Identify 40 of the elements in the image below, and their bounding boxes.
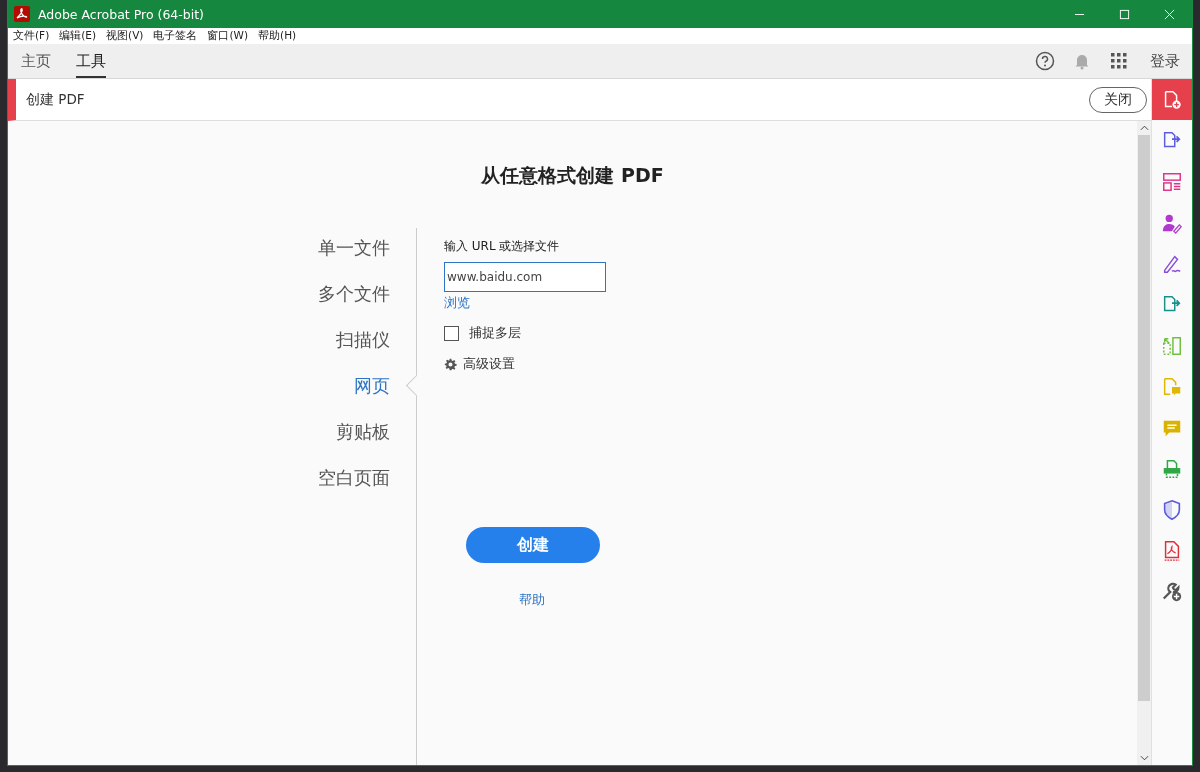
menu-item[interactable]: 视图(V) (106, 29, 144, 43)
split-pages-icon[interactable] (1161, 334, 1183, 357)
tool-title: 创建 PDF (26, 90, 85, 109)
source-option[interactable]: 扫描仪 (336, 328, 390, 374)
help-link[interactable]: 帮助 (519, 591, 545, 609)
create-button[interactable]: 创建 (466, 527, 600, 563)
field-label: 输入 URL 或选择文件 (444, 238, 560, 255)
wrench-plus-icon[interactable] (1161, 580, 1183, 603)
checkbox[interactable] (444, 326, 459, 341)
source-option[interactable]: 网页 (354, 374, 390, 420)
maximize-icon[interactable] (1119, 8, 1130, 20)
source-option[interactable]: 单一文件 (318, 236, 390, 282)
source-option[interactable]: 剪贴板 (336, 420, 390, 466)
acrobat-logo-icon (14, 6, 30, 22)
source-option[interactable]: 多个文件 (318, 282, 390, 328)
apps-grid-icon[interactable] (1109, 51, 1129, 71)
layout-icon[interactable] (1161, 170, 1183, 193)
tab[interactable]: 主页 (21, 44, 51, 78)
menu-item[interactable]: 帮助(H) (258, 29, 297, 43)
scroll-down-icon[interactable] (1139, 755, 1149, 761)
close-icon[interactable] (1164, 8, 1175, 20)
advanced-settings-link[interactable]: 高级设置 (463, 356, 515, 373)
printer-icon[interactable] (1161, 457, 1183, 480)
source-option[interactable]: 空白页面 (318, 466, 390, 512)
help-icon[interactable] (1035, 51, 1055, 71)
page-heading: 从任意格式创建 PDF (480, 163, 665, 187)
scrollbar[interactable] (1137, 121, 1151, 765)
checkbox-label: 捕捉多层 (469, 325, 521, 342)
close-button[interactable]: 关闭 (1089, 86, 1147, 113)
browse-link[interactable]: 浏览 (444, 295, 470, 312)
url-input-field[interactable]: www.baidu.com (444, 262, 606, 292)
menu-item[interactable]: 编辑(E) (59, 29, 97, 43)
window-title: Adobe Acrobat Pro (64-bit) (38, 6, 205, 22)
menu-item[interactable]: 电子签名 (153, 29, 198, 43)
scroll-up-icon[interactable] (1139, 125, 1149, 131)
menu-item[interactable]: 窗口(W) (207, 29, 249, 43)
menu-item[interactable]: 文件(F) (13, 29, 50, 43)
shield-icon[interactable] (1161, 498, 1183, 521)
gear-icon[interactable] (444, 358, 457, 371)
sign-in-link[interactable]: 登录 (1150, 51, 1180, 71)
